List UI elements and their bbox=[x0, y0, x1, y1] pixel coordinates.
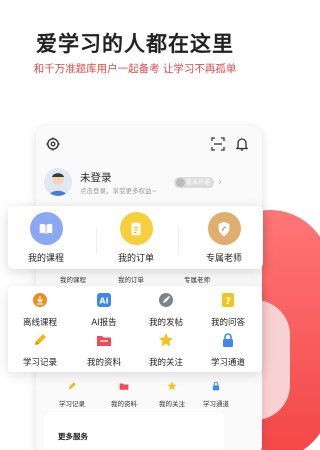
ai-icon: AI bbox=[97, 293, 111, 307]
grid-item-study-records[interactable]: 学习记录 bbox=[10, 332, 70, 368]
lock-icon bbox=[212, 381, 220, 391]
avatar[interactable] bbox=[44, 168, 72, 196]
grid-label: 我的关注 bbox=[148, 358, 183, 368]
more-services-section: 更多服务 bbox=[44, 412, 224, 450]
divider bbox=[96, 228, 97, 254]
shortcut-label: 专属老师 bbox=[205, 254, 242, 264]
shortcut-small-labels: 我的课程 我的订单 专属老师 bbox=[36, 274, 262, 286]
grid-label: 学习记录 bbox=[22, 358, 57, 368]
svg-text:AI: AI bbox=[99, 297, 108, 306]
grid-item-ai-report[interactable]: AI AI报告 bbox=[74, 292, 134, 328]
features-grid-card: 离线课程 AI AI报告 我的发帖 ? 我的问答 学习记录 我的资料 我的关注 … bbox=[8, 286, 262, 372]
avatar-icon bbox=[49, 173, 67, 196]
small-label: 专属老师 bbox=[184, 276, 210, 284]
small-grid-label: 学习通道 bbox=[203, 400, 229, 408]
small-item-study-channel[interactable]: 学习通道 bbox=[192, 376, 240, 408]
grid-label: 我的发帖 bbox=[148, 318, 183, 328]
question-icon: ? bbox=[222, 293, 234, 307]
small-features-row: 学习记录 我的资料 我的关注 学习通道 bbox=[36, 376, 262, 408]
divider bbox=[178, 228, 179, 254]
scan-icon[interactable] bbox=[210, 136, 226, 152]
grid-item-offline-courses[interactable]: 离线课程 bbox=[10, 292, 70, 328]
small-label: 我的课程 bbox=[60, 276, 86, 284]
login-subtitle: 点击登录，享受更多权益~ bbox=[80, 187, 157, 195]
grid-label: 离线课程 bbox=[22, 318, 57, 328]
pencil-icon bbox=[68, 382, 76, 390]
star-icon bbox=[167, 381, 177, 390]
main-shortcuts-card: 我的课程 我的订单 专属老师 bbox=[8, 206, 263, 269]
small-label: 我的订单 bbox=[118, 276, 144, 284]
vip-dot-icon bbox=[176, 178, 185, 187]
shortcut-my-orders[interactable]: 我的订单 bbox=[106, 212, 166, 264]
vip-badge-label: 暂未开通 bbox=[185, 179, 210, 186]
grid-label: 学习通道 bbox=[210, 358, 245, 368]
teacher-icon bbox=[207, 212, 241, 245]
grid-item-my-qa[interactable]: ? 我的问答 bbox=[198, 292, 258, 328]
grid-item-my-materials[interactable]: 我的资料 bbox=[74, 332, 134, 368]
small-item-my-materials[interactable]: 我的资料 bbox=[100, 376, 148, 408]
promo-subline: 和千万准题库用户一起备考 让学习不再孤单 bbox=[33, 63, 237, 75]
grid-label: AI报告 bbox=[91, 318, 117, 328]
more-services-title: 更多服务 bbox=[58, 432, 88, 441]
small-item-study-records[interactable]: 学习记录 bbox=[48, 376, 96, 408]
small-item-my-follows[interactable]: 我的关注 bbox=[148, 376, 196, 408]
small-grid-label: 我的资料 bbox=[111, 400, 137, 408]
grid-item-my-posts[interactable]: 我的发帖 bbox=[136, 292, 196, 328]
vip-badge[interactable]: 暂未开通 bbox=[174, 177, 214, 188]
star-icon bbox=[159, 333, 173, 347]
pencil-icon bbox=[35, 334, 46, 345]
shortcut-my-courses[interactable]: 我的课程 bbox=[16, 212, 76, 264]
svg-text:?: ? bbox=[225, 296, 231, 307]
gear-icon[interactable] bbox=[45, 136, 61, 152]
shortcut-label: 我的课程 bbox=[27, 254, 64, 264]
promo-headline: 爱学习的人都在这里 bbox=[36, 32, 234, 56]
grid-label: 我的问答 bbox=[210, 318, 245, 328]
top-toolbar bbox=[45, 136, 250, 154]
grid-item-my-follows[interactable]: 我的关注 bbox=[136, 332, 196, 368]
book-icon bbox=[29, 212, 63, 245]
login-title[interactable]: 未登录 bbox=[80, 170, 112, 185]
folder-icon bbox=[119, 383, 129, 390]
chevron-right-icon[interactable]: › bbox=[218, 175, 222, 188]
order-icon bbox=[119, 212, 153, 245]
lock-icon bbox=[223, 333, 233, 347]
small-grid-label: 学习记录 bbox=[59, 400, 85, 408]
shortcut-teacher[interactable]: 专属老师 bbox=[194, 212, 254, 264]
bell-icon[interactable] bbox=[234, 136, 250, 152]
grid-item-study-channel[interactable]: 学习通道 bbox=[198, 332, 258, 368]
download-icon bbox=[33, 293, 47, 307]
grid-label: 我的资料 bbox=[86, 358, 121, 368]
small-grid-label: 我的关注 bbox=[159, 400, 185, 408]
shortcut-label: 我的订单 bbox=[117, 254, 154, 264]
post-icon bbox=[159, 293, 173, 307]
folder-icon bbox=[97, 336, 111, 346]
